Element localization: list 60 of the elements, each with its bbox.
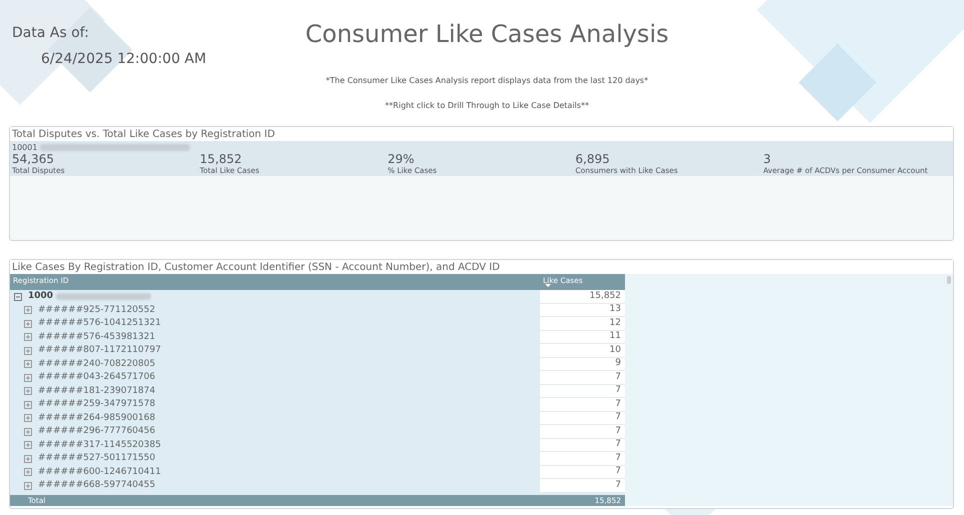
- registration-id: ######043-264571706: [38, 371, 156, 384]
- panel-title: Total Disputes vs. Total Like Cases by Registration ID: [10, 127, 953, 141]
- table-cell: 10: [540, 344, 625, 358]
- data-as-of-value: 6/24/2025 12:00:00 AM: [41, 51, 208, 67]
- panel-title: Like Cases By Registration ID, Customer Account Identifier (SSN - Account Number), and ACDV ID: [10, 260, 953, 274]
- table-cell: 7: [540, 412, 625, 425]
- table-cell: 7: [540, 452, 625, 466]
- expand-icon[interactable]: [24, 468, 32, 476]
- registration-id: ######576-453981321: [38, 330, 156, 344]
- data-as-of-label: Data As of:: [12, 25, 90, 41]
- expand-icon[interactable]: [24, 346, 32, 355]
- sort-icon: [545, 284, 551, 287]
- collapse-icon[interactable]: [14, 292, 22, 301]
- table-cell: 7: [540, 384, 625, 398]
- table-cell: 15,852: [540, 290, 625, 304]
- expand-icon[interactable]: [24, 387, 32, 396]
- table-cell: 12: [540, 317, 625, 330]
- metric-value: 54,365: [12, 153, 55, 166]
- table-cell: 7: [540, 438, 625, 452]
- expand-icon[interactable]: [24, 333, 32, 342]
- registration-id: ######576-1041251321: [38, 317, 161, 330]
- registration-id: ######259-347971578: [38, 398, 156, 411]
- table-cell: 7: [540, 479, 625, 492]
- registration-id: ######240-708220805: [38, 358, 156, 370]
- expand-icon[interactable]: [24, 374, 32, 382]
- registration-id: 10001: [12, 143, 38, 152]
- metric-value: 3: [763, 153, 772, 166]
- table-cell: 7: [540, 371, 625, 384]
- table-cell: 9: [540, 358, 625, 371]
- expand-icon[interactable]: [24, 414, 32, 422]
- expand-icon[interactable]: [24, 400, 32, 409]
- registration-id: ######317-1145520385: [38, 438, 161, 452]
- table-cell: 7: [540, 466, 625, 479]
- expand-icon[interactable]: [24, 482, 32, 490]
- report-note: *The Consumer Like Cases Analysis report displays data from the last 120 days*: [326, 76, 648, 85]
- report-title: Consumer Like Cases Analysis: [305, 20, 669, 48]
- metric-value: 15,852: [200, 153, 243, 166]
- metric-value: 29%: [388, 153, 416, 166]
- registration-id: ######807-1172110797: [38, 344, 161, 357]
- expand-icon[interactable]: [24, 428, 32, 436]
- registration-id: ######925-771120552: [38, 304, 156, 316]
- expand-icon[interactable]: [24, 306, 32, 314]
- registration-id: ######668-597740455: [38, 479, 156, 492]
- registration-id: ######600-1246710411: [38, 466, 161, 478]
- registration-id: ######264-985900168: [38, 412, 156, 424]
- scrollbar: [947, 276, 951, 284]
- table-cell: 11: [540, 330, 625, 344]
- table-cell: 13: [540, 304, 625, 317]
- registration-id: ######181-239071874: [38, 384, 156, 398]
- metric-value: 6,895: [575, 153, 611, 166]
- expand-icon[interactable]: [24, 441, 32, 450]
- expand-icon[interactable]: [24, 454, 32, 463]
- registration-id: ######527-501171550: [38, 452, 156, 465]
- expand-icon[interactable]: [24, 320, 32, 328]
- table-cell: 7: [540, 425, 625, 438]
- expand-icon[interactable]: [24, 360, 32, 368]
- registration-id: 1000: [28, 290, 54, 303]
- drill-hint: **Right click to Drill Through to Like Case Details**: [385, 101, 589, 110]
- table-cell: 7: [540, 398, 625, 412]
- registration-id: ######296-777760456: [38, 425, 156, 438]
